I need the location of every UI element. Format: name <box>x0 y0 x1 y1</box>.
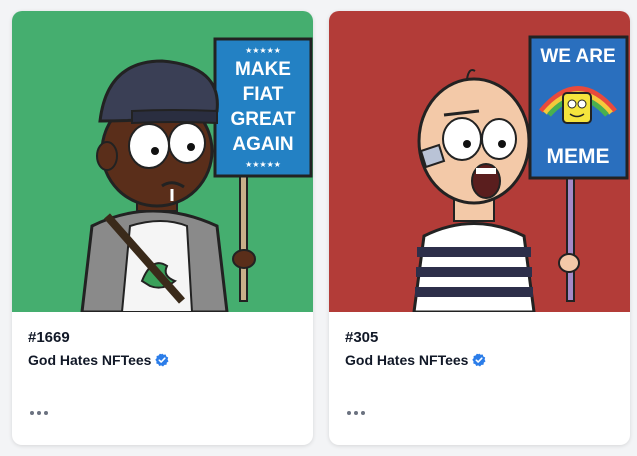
more-horizontal-icon <box>30 411 34 415</box>
collection-name: God Hates NFTees <box>28 352 152 368</box>
verified-badge-icon <box>155 353 169 367</box>
sign-line: WE ARE <box>540 46 615 67</box>
more-horizontal-icon <box>347 411 351 415</box>
sign-line: GREAT <box>230 109 295 130</box>
verified-badge-icon <box>472 353 486 367</box>
sign-line: MAKE <box>235 59 291 80</box>
sign-line: FIAT <box>243 84 284 105</box>
nft-artwork[interactable]: ★★★★★ MAKE FIAT GREAT AGAIN ★★★★★ <box>12 11 313 312</box>
protest-sign: WE ARE MEME <box>528 35 629 180</box>
nft-card[interactable]: ★★★★★ MAKE FIAT GREAT AGAIN ★★★★★ #1669 … <box>12 11 313 445</box>
nft-artwork[interactable]: WE ARE MEME <box>329 11 630 312</box>
sign-line: MEME <box>547 145 610 168</box>
svg-text:★★★★★: ★★★★★ <box>245 46 281 55</box>
sign-line: AGAIN <box>232 134 293 155</box>
protest-sign: ★★★★★ MAKE FIAT GREAT AGAIN ★★★★★ <box>213 37 313 178</box>
token-id: #1669 <box>28 329 70 346</box>
collection-link[interactable]: God Hates NFTees <box>345 352 486 368</box>
more-options-button[interactable] <box>343 404 369 422</box>
more-options-button[interactable] <box>26 404 52 422</box>
collection-name: God Hates NFTees <box>345 352 469 368</box>
nft-card[interactable]: WE ARE MEME #305 God Hates NFTees <box>329 11 630 445</box>
collection-link[interactable]: God Hates NFTees <box>28 352 169 368</box>
token-id: #305 <box>345 329 379 346</box>
svg-text:★★★★★: ★★★★★ <box>245 160 281 169</box>
